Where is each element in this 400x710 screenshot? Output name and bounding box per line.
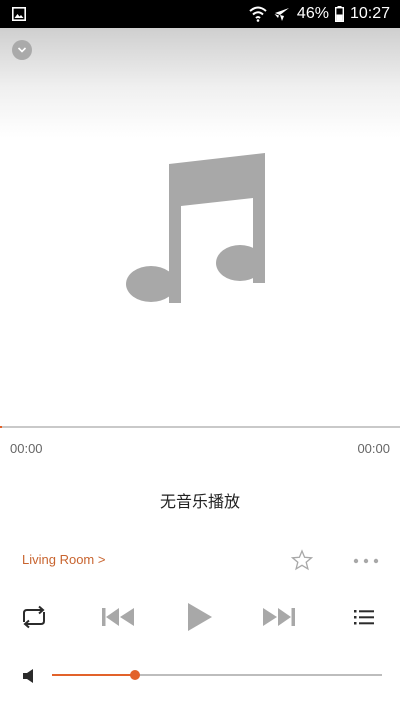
volume-thumb[interactable] [129, 670, 140, 680]
collapse-button[interactable] [12, 40, 32, 60]
star-icon[interactable] [290, 549, 314, 576]
previous-button[interactable] [100, 602, 136, 637]
room-selector[interactable]: Living Room > [22, 552, 105, 567]
progress-bar[interactable] [0, 426, 400, 428]
album-art-area [0, 28, 400, 427]
status-bar: 46% 10:27 [0, 0, 400, 28]
progress-fill [0, 426, 2, 428]
play-icon [183, 602, 215, 637]
gallery-icon [12, 7, 26, 26]
repeat-button[interactable] [20, 602, 48, 637]
wifi-icon [249, 6, 267, 22]
queue-list-icon [352, 602, 376, 637]
next-icon [261, 602, 297, 637]
volume-fill [52, 674, 135, 676]
airplane-mode-icon [273, 5, 291, 23]
clock: 10:27 [349, 5, 390, 22]
previous-icon [100, 602, 136, 637]
battery-icon [334, 6, 344, 22]
track-title: 无音乐播放 [159, 492, 240, 511]
volume-icon[interactable] [22, 668, 36, 689]
total-time: 00:00 [357, 441, 390, 456]
next-button[interactable] [261, 602, 297, 637]
more-icon[interactable] [353, 553, 379, 571]
battery-percent: 46% [296, 5, 329, 22]
chevron-down-icon [17, 41, 27, 59]
status-indicators: 46% 10:27 [249, 0, 390, 28]
repeat-icon [20, 602, 48, 637]
queue-button[interactable] [352, 602, 376, 637]
volume-slider[interactable] [52, 670, 382, 680]
elapsed-time: 00:00 [10, 441, 43, 456]
music-note-icon [126, 151, 267, 336]
play-button[interactable] [183, 602, 215, 637]
